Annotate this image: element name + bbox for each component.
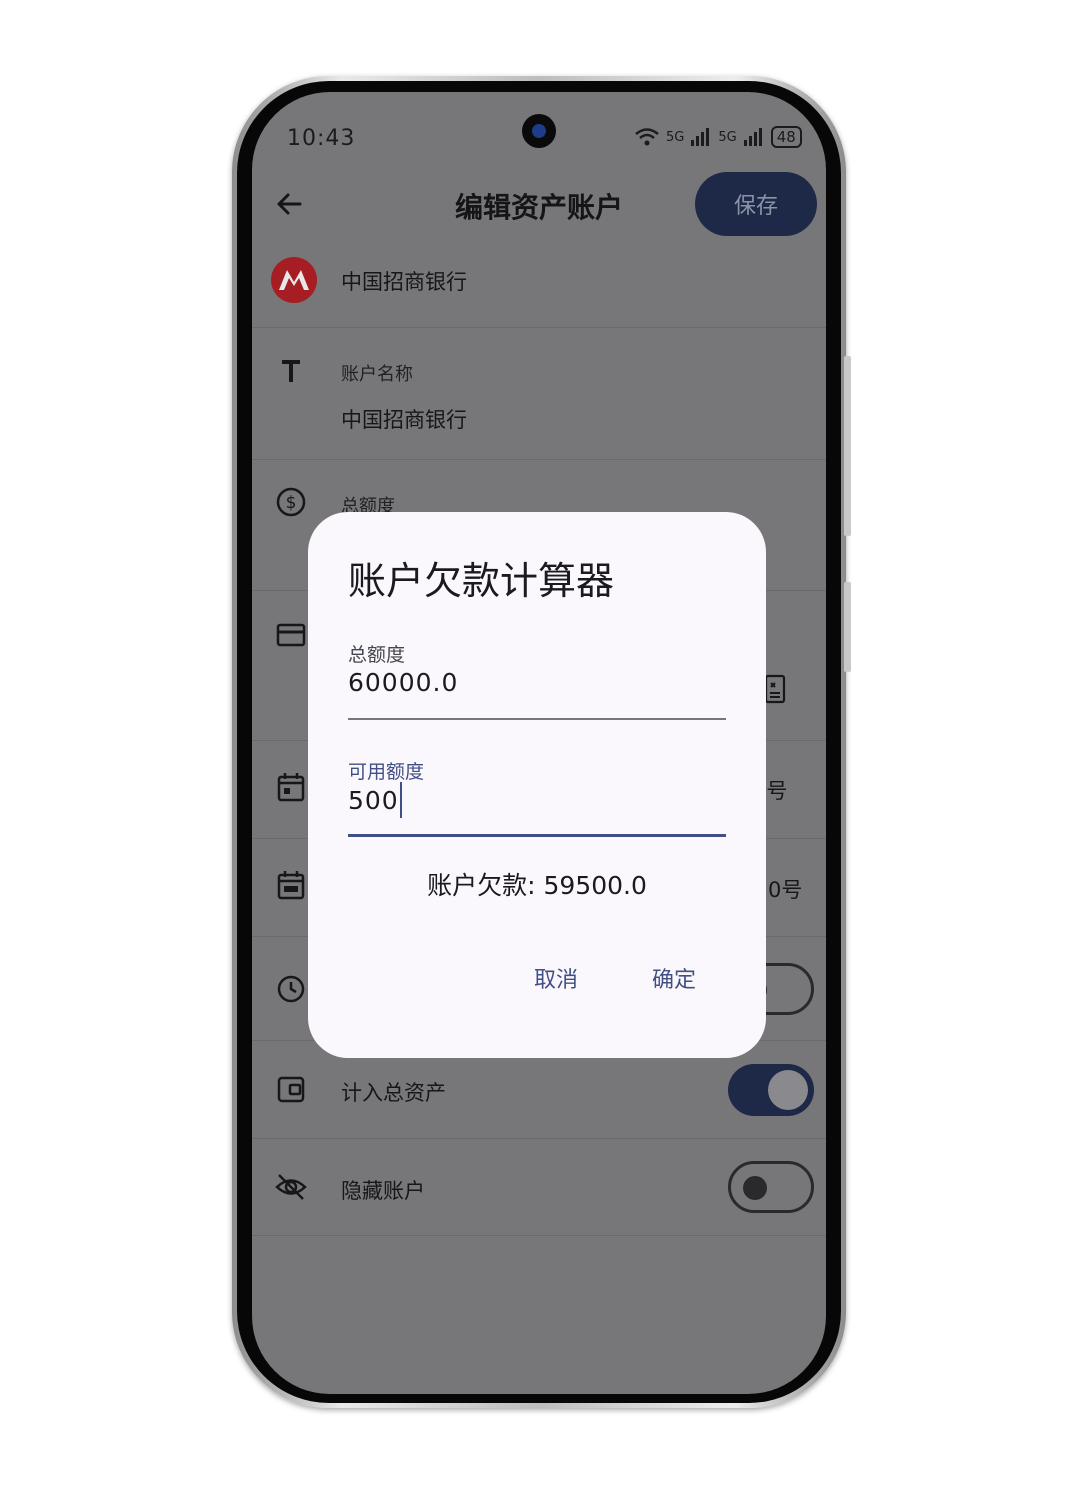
status-icons: 5G 5G 48	[634, 126, 802, 148]
signal-icon	[743, 128, 762, 146]
account-name-input[interactable]: 中国招商银行	[341, 404, 467, 434]
available-limit-input[interactable]: 500	[348, 782, 402, 820]
power-button	[844, 582, 851, 672]
total-limit-field-label: 总额度	[348, 644, 406, 666]
confirm-button[interactable]: 确定	[652, 962, 696, 994]
front-camera	[522, 114, 556, 148]
available-limit-value: 500	[348, 786, 399, 815]
battery-indicator: 48	[770, 126, 802, 148]
network-label-2: 5G	[718, 129, 737, 145]
bank-name[interactable]: 中国招商银行	[341, 266, 467, 296]
available-limit-underline	[348, 834, 726, 837]
eye-off-icon	[275, 1174, 307, 1200]
network-label-1: 5G	[666, 129, 685, 145]
debt-calculator-dialog: 账户欠款计算器 总额度 60000.0 可用额度 500 账户欠款: 59500…	[308, 512, 766, 1058]
divider	[252, 1138, 826, 1139]
text-caret	[399, 782, 402, 818]
hide-account-label: 隐藏账户	[341, 1179, 425, 1203]
calendar-repeat-icon	[277, 871, 305, 900]
status-time: 10:43	[287, 126, 356, 151]
account-name-label: 账户名称	[341, 364, 413, 385]
history-icon	[277, 975, 305, 1003]
cmb-bank-logo	[271, 257, 317, 303]
text-icon	[282, 360, 300, 382]
dollar-circle-icon: $	[276, 487, 306, 517]
repay-day-value[interactable]: 0号	[768, 874, 802, 904]
hide-account-toggle[interactable]	[728, 1161, 814, 1213]
credit-card-icon	[276, 623, 306, 647]
wallet-icon	[277, 1076, 305, 1103]
signal-icon	[691, 128, 710, 146]
divider	[252, 1235, 826, 1236]
total-limit-underline	[348, 718, 726, 720]
cancel-button[interactable]: 取消	[534, 962, 578, 994]
available-limit-field-label: 可用额度	[348, 761, 425, 783]
calculator-icon[interactable]	[763, 674, 787, 704]
divider	[252, 327, 826, 328]
calendar-icon	[277, 773, 305, 802]
include-total-label: 计入总资产	[341, 1081, 446, 1105]
wifi-icon	[635, 128, 659, 146]
svg-text:$: $	[286, 493, 297, 513]
debt-result: 账户欠款: 59500.0	[427, 871, 647, 900]
save-button[interactable]: 保存	[695, 172, 817, 236]
divider	[252, 459, 826, 460]
dialog-title: 账户欠款计算器	[348, 559, 615, 603]
include-total-toggle[interactable]	[728, 1064, 814, 1116]
volume-button	[844, 356, 851, 536]
total-limit-input[interactable]: 60000.0	[348, 668, 458, 697]
